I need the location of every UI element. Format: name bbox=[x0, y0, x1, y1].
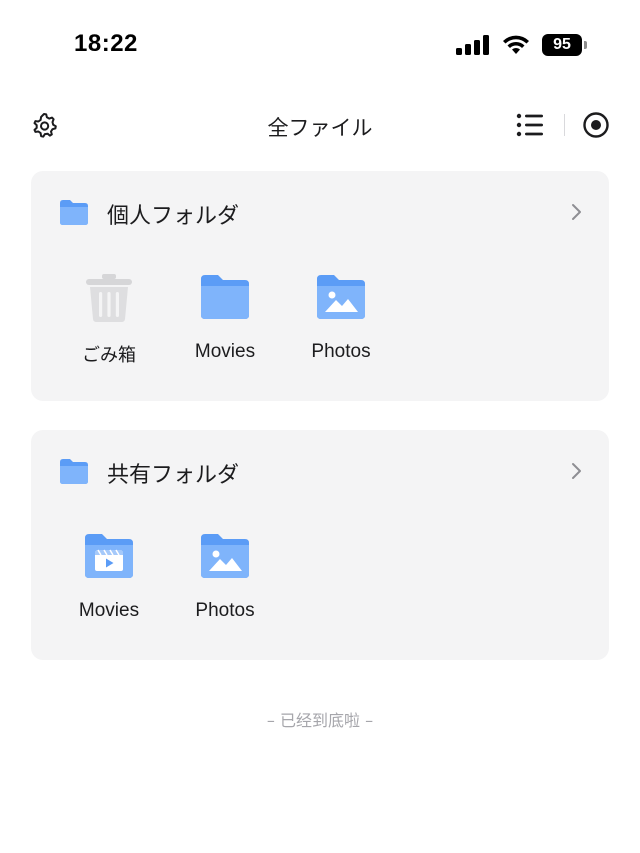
battery-indicator: 95 bbox=[542, 34, 587, 56]
chevron-right-icon bbox=[572, 463, 581, 479]
folder-item-label: Photos bbox=[311, 341, 371, 362]
target-icon bbox=[583, 112, 609, 138]
wifi-icon bbox=[503, 35, 529, 54]
shared-folder-items: Movies Photos bbox=[51, 530, 283, 622]
shared-folder-card: 共有フォルダ Movies Photos bbox=[31, 430, 609, 660]
folder-item-label: ごみ箱 bbox=[82, 345, 136, 366]
photo-folder-icon bbox=[317, 275, 365, 319]
chevron-right-icon bbox=[572, 204, 581, 220]
folder-item-label: Photos bbox=[195, 600, 255, 621]
personal-folder-card: 個人フォルダ ごみ箱 Movies Photos bbox=[31, 171, 609, 401]
page-title: 全ファイル bbox=[267, 116, 373, 140]
folder-item-trash[interactable]: ごみ箱 bbox=[51, 271, 167, 367]
photo-folder-icon bbox=[201, 534, 249, 578]
folder-item-label: Movies bbox=[78, 600, 140, 621]
status-icons: 95 bbox=[456, 34, 587, 56]
folder-item-label: Movies bbox=[194, 341, 256, 362]
personal-folder-title: 個人フォルダ bbox=[107, 204, 240, 229]
personal-folder-header[interactable]: 個人フォルダ bbox=[31, 171, 609, 253]
shared-folder-header[interactable]: 共有フォルダ bbox=[31, 430, 609, 512]
folder-icon bbox=[60, 200, 88, 225]
header-divider bbox=[564, 114, 565, 136]
trash-icon bbox=[86, 274, 132, 322]
top-navigation: 全ファイル bbox=[0, 100, 640, 150]
status-bar: 18:22 95 bbox=[0, 0, 640, 95]
list-view-button[interactable] bbox=[516, 112, 544, 138]
signal-icon bbox=[456, 35, 489, 55]
folder-item-photos[interactable]: Photos bbox=[167, 530, 283, 622]
battery-level: 95 bbox=[553, 36, 571, 53]
folder-item-movies[interactable]: Movies bbox=[167, 271, 283, 367]
shared-folder-title: 共有フォルダ bbox=[107, 463, 240, 488]
personal-folder-items: ごみ箱 Movies Photos bbox=[51, 271, 399, 367]
folder-icon bbox=[60, 459, 88, 484]
status-time: 18:22 bbox=[74, 30, 138, 57]
folder-item-photos[interactable]: Photos bbox=[283, 271, 399, 367]
end-of-list-note: – 已经到底啦 – bbox=[266, 711, 374, 730]
list-icon bbox=[516, 113, 543, 137]
video-folder-icon bbox=[85, 534, 133, 578]
folder-item-movies[interactable]: Movies bbox=[51, 530, 167, 622]
select-mode-button[interactable] bbox=[582, 111, 610, 139]
folder-icon bbox=[201, 275, 249, 319]
